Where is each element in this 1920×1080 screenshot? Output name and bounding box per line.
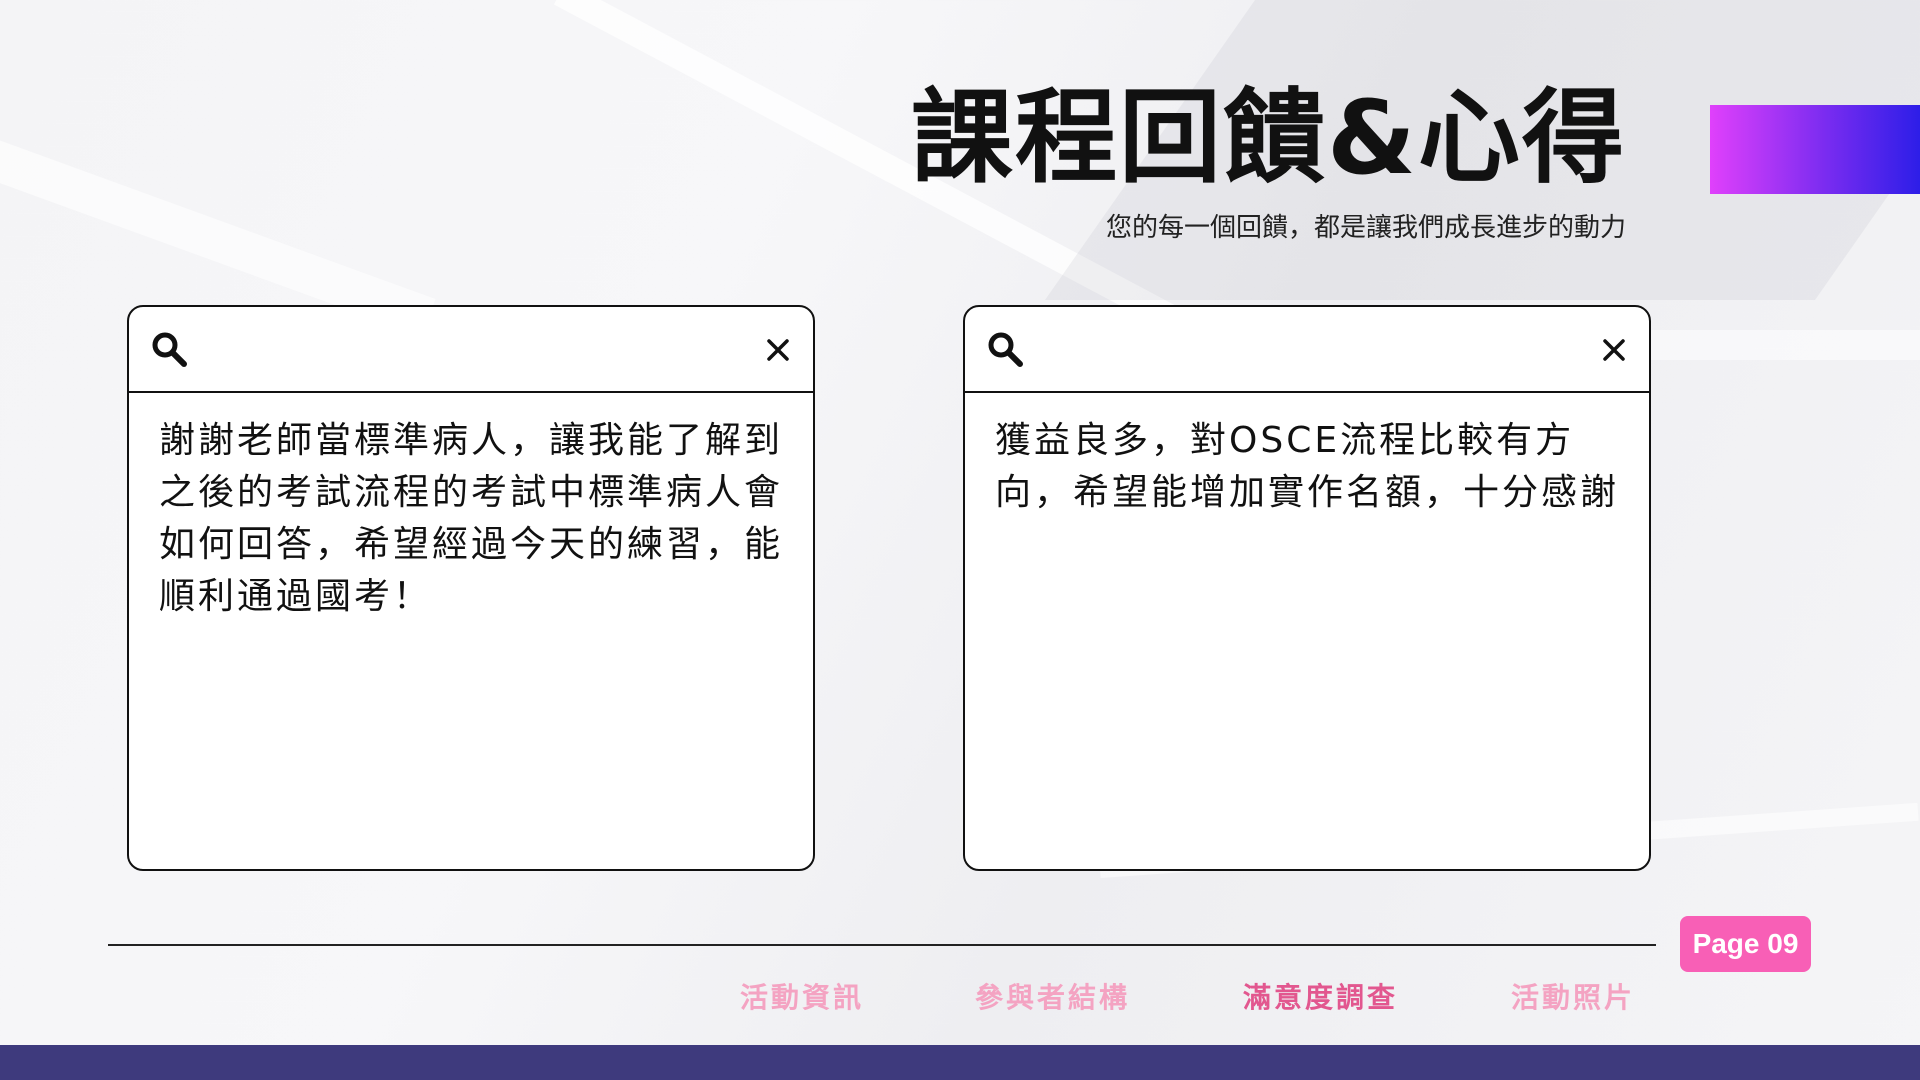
nav-item-activity-photos[interactable]: 活動照片: [1511, 978, 1635, 1018]
nav-item-activity-info[interactable]: 活動資訊: [740, 978, 864, 1018]
footer-divider: [108, 944, 1656, 946]
close-icon[interactable]: [1599, 335, 1629, 365]
feedback-card: 謝謝老師當標準病人，讓我能了解到之後的考試流程的考試中標準病人會如何回答，希望經…: [127, 305, 815, 871]
search-bar[interactable]: [965, 307, 1649, 393]
page-number-badge: Page 09: [1680, 916, 1811, 972]
search-bar[interactable]: [129, 307, 813, 393]
feedback-text: 獲益良多，對OSCE流程比較有方向，希望能增加實作名額，十分感謝: [995, 420, 1620, 513]
search-icon[interactable]: [149, 329, 189, 369]
page-title: 課程回饋&心得: [911, 79, 1626, 198]
search-icon[interactable]: [985, 329, 1025, 369]
footer-band: [0, 1045, 1920, 1080]
nav-item-participant-structure[interactable]: 參與者結構: [975, 978, 1130, 1018]
nav-item-satisfaction-survey[interactable]: 滿意度調查: [1243, 978, 1398, 1018]
close-icon[interactable]: [763, 335, 793, 365]
feedback-card: 獲益良多，對OSCE流程比較有方向，希望能增加實作名額，十分感謝: [963, 305, 1651, 871]
accent-bar: [1710, 105, 1920, 194]
page-subtitle: 您的每一個回饋，都是讓我們成長進步的動力: [1105, 213, 1626, 243]
feedback-text: 謝謝老師當標準病人，讓我能了解到之後的考試流程的考試中標準病人會如何回答，希望經…: [159, 420, 784, 617]
